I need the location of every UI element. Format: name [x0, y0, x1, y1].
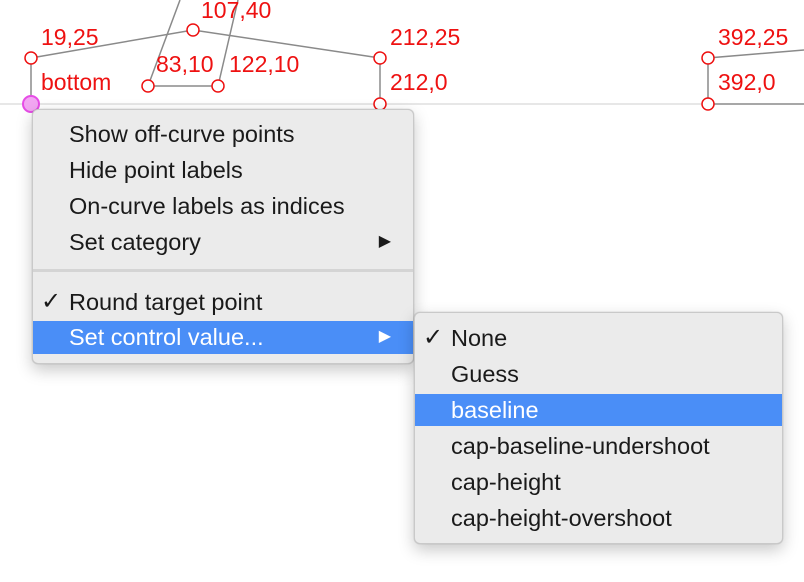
submenu-item-cap-height[interactable]: cap-height — [415, 466, 782, 498]
submenu-item-none[interactable]: ✓ None — [415, 322, 782, 354]
context-menu: Show off-curve points Hide point labels … — [32, 109, 414, 364]
point-label: 212,25 — [390, 24, 461, 50]
on-curve-point[interactable] — [24, 51, 38, 65]
on-curve-point[interactable] — [211, 79, 225, 93]
menu-item-show-off-curve-points[interactable]: Show off-curve points — [33, 118, 413, 150]
on-curve-point[interactable] — [186, 23, 200, 37]
control-value-submenu: ✓ None Guess baseline cap-baseline-under… — [414, 312, 783, 544]
submenu-arrow-icon: ▶ — [378, 233, 391, 250]
submenu-item-baseline[interactable]: baseline — [415, 394, 782, 426]
checkmark-icon: ✓ — [41, 288, 62, 315]
point-label: 392,0 — [718, 69, 776, 95]
point-label: bottom — [41, 69, 112, 95]
on-curve-point[interactable] — [141, 79, 155, 93]
menu-separator — [33, 269, 413, 272]
submenu-item-guess[interactable]: Guess — [415, 358, 782, 390]
on-curve-point[interactable] — [701, 97, 715, 111]
point-label: 392,25 — [718, 24, 789, 50]
menu-item-set-control-value[interactable]: Set control value... ▶ — [33, 321, 413, 354]
submenu-arrow-icon: ▶ — [378, 328, 391, 345]
point-label: 83,10 — [156, 51, 214, 77]
checkmark-icon: ✓ — [423, 324, 444, 351]
submenu-item-cap-baseline-undershoot[interactable]: cap-baseline-undershoot — [415, 430, 782, 462]
menu-item-hide-point-labels[interactable]: Hide point labels — [33, 154, 413, 186]
submenu-item-cap-height-overshoot[interactable]: cap-height-overshoot — [415, 502, 782, 534]
menu-item-on-curve-labels-as-indices[interactable]: On-curve labels as indices — [33, 190, 413, 222]
point-label: 19,25 — [41, 24, 99, 50]
point-label: 122,10 — [229, 51, 300, 77]
point-label: 212,0 — [390, 69, 448, 95]
point-label: 107,40 — [201, 0, 272, 23]
menu-item-set-category[interactable]: Set category ▶ — [33, 226, 413, 258]
on-curve-point[interactable] — [373, 51, 387, 65]
on-curve-point[interactable] — [701, 51, 715, 65]
menu-item-round-target-point[interactable]: ✓ Round target point — [33, 286, 413, 318]
